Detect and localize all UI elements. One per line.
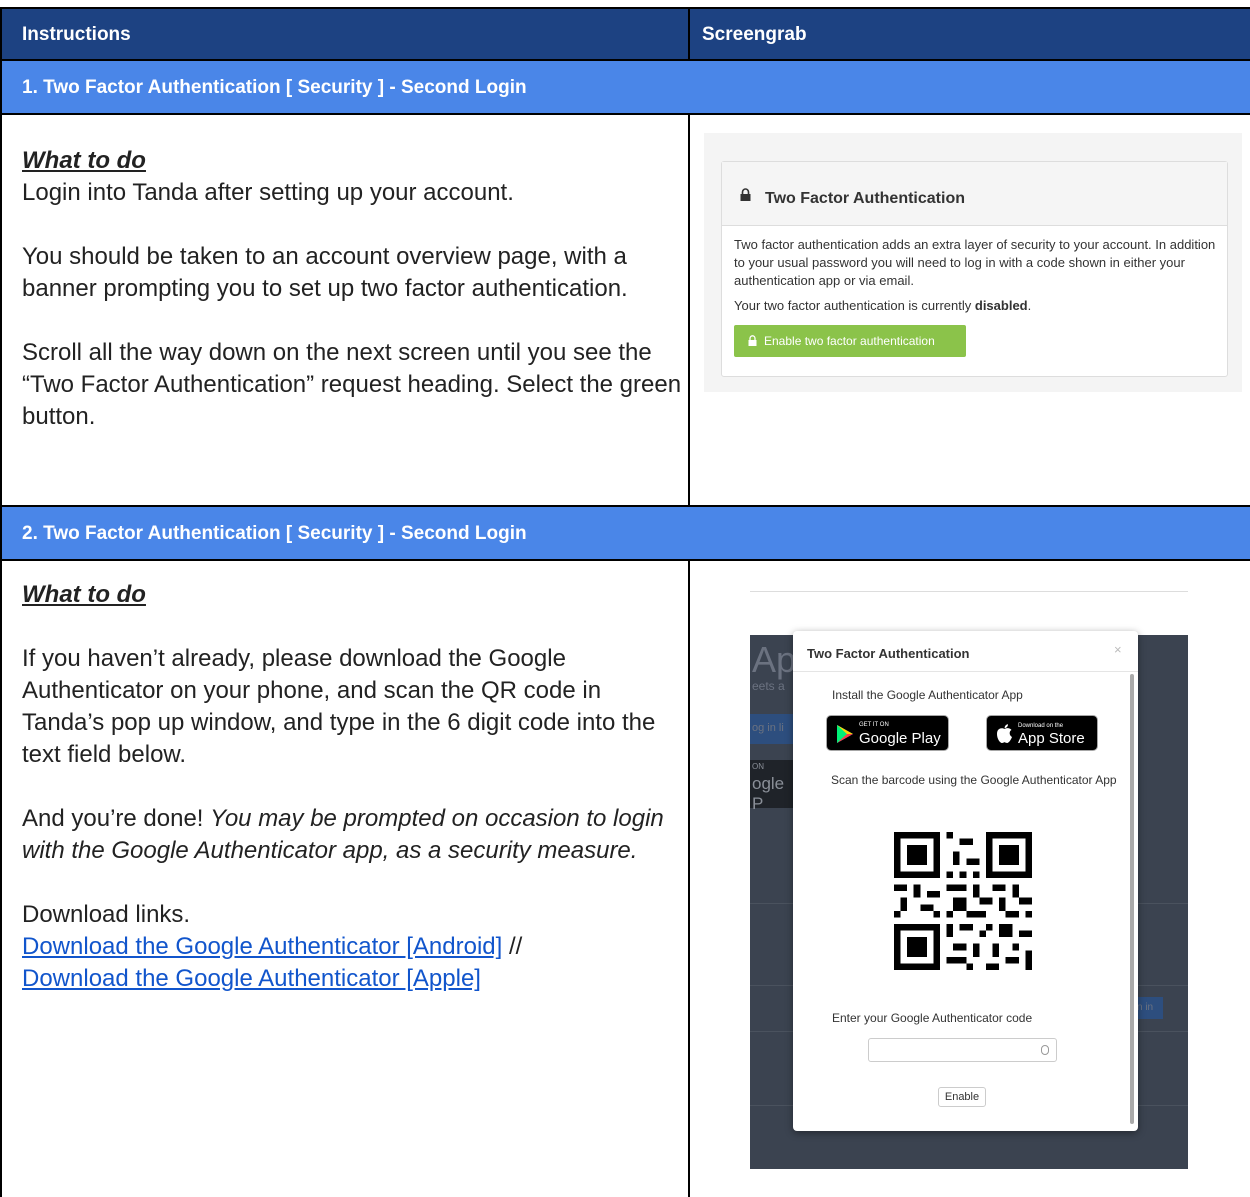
- enable-2fa-label: Enable two factor authentication: [764, 334, 935, 348]
- two-factor-modal: Two Factor Authentication × Install the …: [793, 631, 1138, 1131]
- link-separator: //: [502, 933, 523, 960]
- bg-login-label: og in li: [752, 722, 784, 734]
- table-header: Instructions Screengrab: [2, 9, 1250, 61]
- enable-2fa-button[interactable]: Enable two factor authentication: [734, 325, 966, 357]
- section-1-instructions: What to do Login into Tanda after settin…: [22, 145, 682, 433]
- enable-button[interactable]: Enable: [938, 1087, 986, 1107]
- number-spinner-icon[interactable]: [1041, 1045, 1049, 1055]
- section-1-heading: 1. Two Factor Authentication [ Security …: [2, 61, 1250, 115]
- section-2-title: 2. Two Factor Authentication [ Security …: [22, 523, 527, 544]
- enter-code-label: Enter your Google Authenticator code: [832, 1011, 1033, 1025]
- divider: [750, 591, 1188, 592]
- instruction-paragraph: Login into Tanda after setting up your a…: [22, 179, 514, 206]
- bg-signin-label: n in: [1137, 1002, 1154, 1013]
- app-store-badge[interactable]: Download on the App Store: [986, 715, 1098, 751]
- app-store-small: Download on the: [1018, 723, 1064, 729]
- modal-scrollbar[interactable]: [1130, 674, 1134, 1124]
- download-links: Download the Google Authenticator [Andro…: [22, 931, 682, 963]
- what-to-do-heading: What to do: [22, 147, 146, 174]
- card-title: Two Factor Authentication: [765, 190, 965, 207]
- section-2-instructions: What to do If you haven’t already, pleas…: [22, 579, 682, 995]
- install-label: Install the Google Authenticator App: [832, 688, 1023, 702]
- authenticator-code-input[interactable]: [868, 1038, 1057, 1062]
- qr-code: [894, 832, 1032, 970]
- download-links-label: Download links.: [22, 901, 191, 928]
- bg-badge-small: ON: [752, 762, 764, 771]
- header-divider: [688, 9, 690, 59]
- bg-login-button: og in li: [750, 714, 794, 744]
- close-icon[interactable]: ×: [1114, 642, 1122, 657]
- instruction-paragraph: You should be taken to an account overvi…: [22, 243, 628, 302]
- header-screengrab: Screengrab: [702, 24, 807, 45]
- bg-subtitle: eets a: [752, 679, 785, 693]
- bg-google-play-badge: ON ogle P: [750, 760, 794, 813]
- section-1-title: 1. Two Factor Authentication [ Security …: [22, 77, 527, 98]
- status-suffix: .: [1027, 298, 1032, 313]
- lock-icon: [748, 335, 757, 346]
- column-divider: [688, 115, 690, 505]
- section-2-heading: 2. Two Factor Authentication [ Security …: [2, 507, 1250, 561]
- instruction-paragraph: Scroll all the way down on the next scre…: [22, 339, 682, 430]
- header-instructions: Instructions: [22, 24, 131, 45]
- instruction-paragraph: And you’re done! You may be prompted on …: [22, 803, 682, 867]
- modal-title: Two Factor Authentication: [807, 646, 970, 661]
- column-divider: [688, 561, 690, 1197]
- lock-icon: [740, 188, 751, 201]
- screengrab-2: App eets a og in li ON ogle P n in Two Fa…: [750, 581, 1188, 1188]
- apple-icon: [997, 724, 1012, 743]
- apple-download-link[interactable]: Download the Google Authenticator [Apple…: [22, 965, 481, 992]
- done-text: And you’re done!: [22, 805, 211, 832]
- screengrab-1: Two Factor Authentication Two factor aut…: [704, 133, 1242, 392]
- two-factor-card: Two Factor Authentication Two factor aut…: [721, 161, 1228, 377]
- google-play-icon: [837, 725, 853, 743]
- instruction-paragraph: If you haven’t already, please download …: [22, 645, 656, 768]
- google-play-label: Google Play: [859, 730, 941, 747]
- scan-label: Scan the barcode using the Google Authen…: [831, 773, 1117, 787]
- status-value: disabled: [974, 298, 1028, 313]
- status-prefix: Your two factor authentication is curren…: [734, 298, 975, 313]
- android-download-link[interactable]: Download the Google Authenticator [Andro…: [22, 933, 502, 960]
- card-description: Two factor authentication adds an extra …: [734, 237, 1216, 288]
- google-play-small: GET IT ON: [859, 722, 889, 728]
- what-to-do-heading: What to do: [22, 581, 146, 608]
- app-store-label: App Store: [1018, 730, 1085, 747]
- card-header: Two Factor Authentication: [722, 162, 1227, 226]
- status-text: Your two factor authentication is curren…: [734, 298, 1031, 313]
- google-play-badge[interactable]: GET IT ON Google Play: [826, 715, 949, 751]
- bg-badge-label: ogle P: [752, 774, 785, 813]
- bottom-strip: [750, 1169, 1188, 1188]
- modal-divider: [793, 671, 1138, 672]
